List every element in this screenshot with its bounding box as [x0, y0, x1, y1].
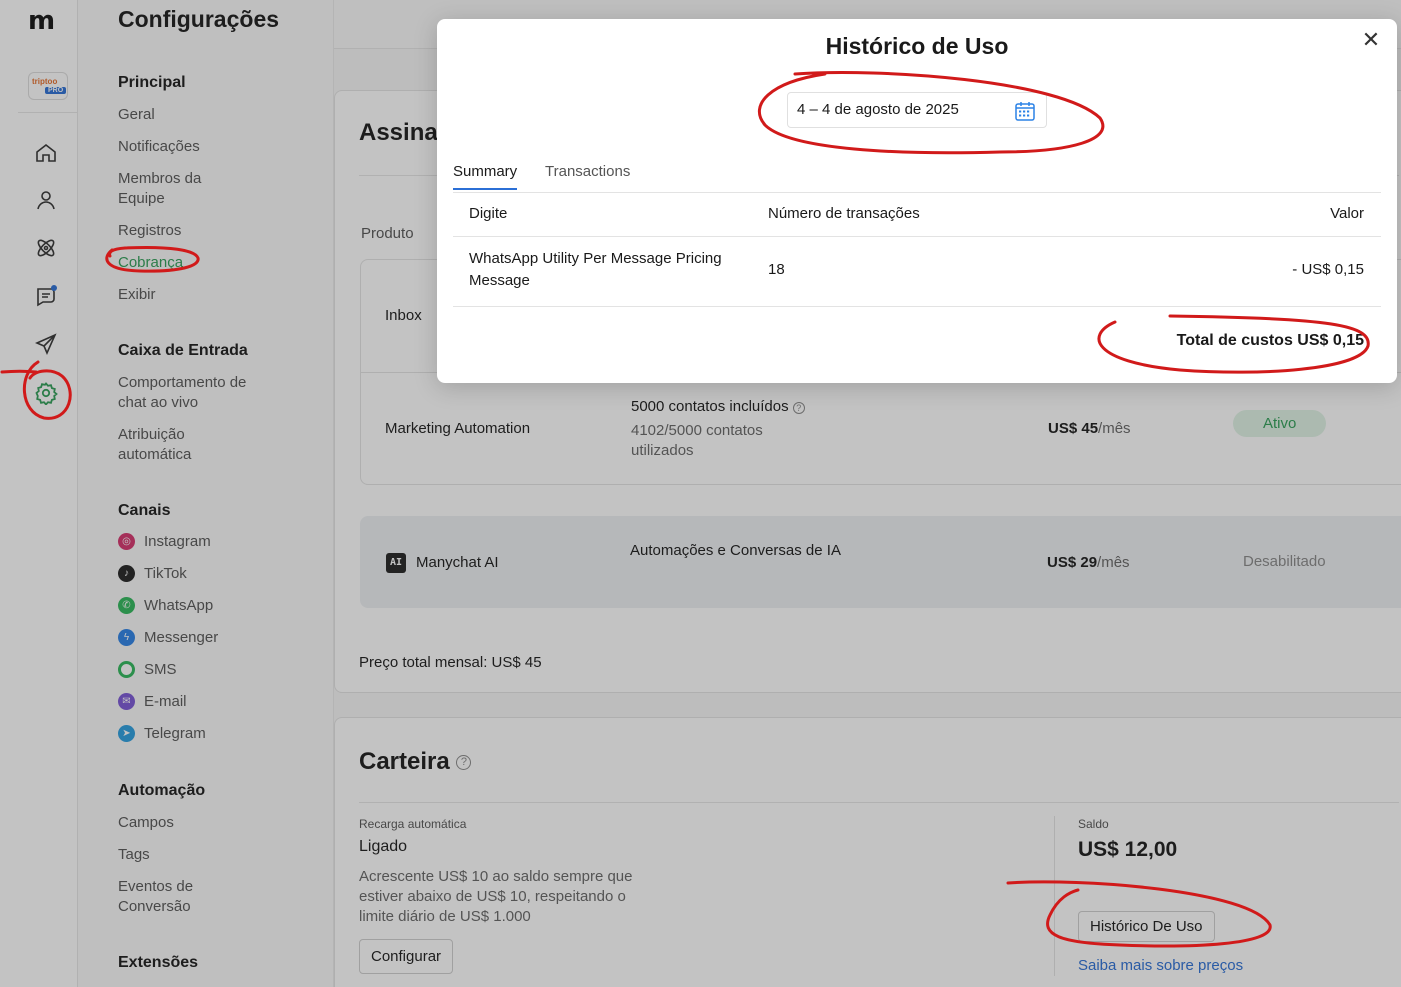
usage-history-modal: Histórico de Uso ✕ 4 – 4 de agosto de 20…: [437, 19, 1397, 383]
column-header-count: Número de transações: [768, 205, 920, 222]
close-icon[interactable]: ✕: [1359, 29, 1383, 53]
column-header-value: Valor: [1330, 205, 1364, 222]
modal-tabs: Summary Transactions: [453, 159, 1381, 193]
tab-transactions[interactable]: Transactions: [545, 163, 630, 188]
tab-summary[interactable]: Summary: [453, 163, 518, 190]
row-divider: [453, 236, 1381, 237]
row-type: WhatsApp Utility Per Message Pricing Mes…: [469, 250, 722, 289]
row-count: 18: [768, 261, 785, 278]
date-range-picker[interactable]: 4 – 4 de agosto de 2025: [787, 92, 1047, 128]
calendar-icon[interactable]: [1014, 100, 1036, 122]
row-divider: [453, 306, 1381, 307]
modal-title: Histórico de Uso: [825, 33, 1009, 59]
total-cost: Total de custos US$ 0,15: [1176, 332, 1364, 349]
row-value: - US$ 0,15: [1292, 261, 1364, 278]
column-header-type: Digite: [469, 205, 508, 222]
date-range-value: 4 – 4 de agosto de 2025: [797, 101, 959, 118]
